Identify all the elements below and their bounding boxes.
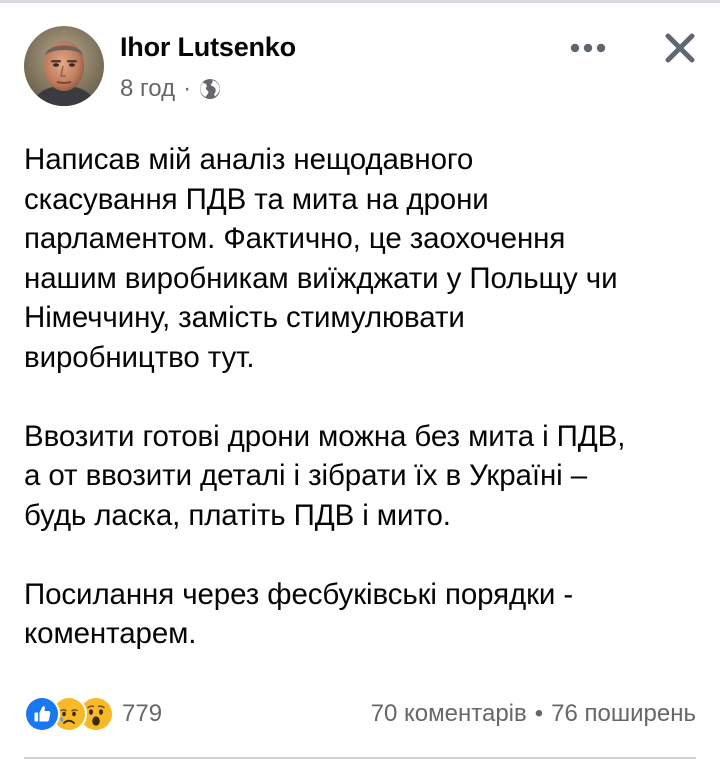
post-text-line: Німеччину, замість стимулювати: [24, 301, 465, 334]
post-paragraph: Ввозити готові дрони можна без мита і ПД…: [24, 417, 704, 536]
comments-count-link[interactable]: 70 коментарів: [371, 700, 527, 728]
footer-divider: [24, 757, 696, 759]
avatar-photo: [24, 26, 104, 106]
post-text-line: Посилання через фесбуківські порядки -: [24, 577, 574, 611]
post-text-line: Ввозити готові дрони можна без мита і ПД…: [24, 419, 626, 453]
post-footer: 779 70 коментарів • 76 поширень: [24, 694, 696, 734]
post-meta: 8 год ·: [120, 74, 222, 104]
stats-separator: •: [534, 700, 544, 727]
shares-count-link[interactable]: 76 поширень: [551, 700, 696, 728]
post-paragraph: Посилання через фесбуківські порядки - к…: [24, 575, 704, 654]
avatar[interactable]: [24, 26, 104, 106]
post-header: Ihor Lutsenko 8 год ·: [24, 26, 696, 110]
post-paragraph: Написав мій аналіз нещодавного скасуванн…: [24, 140, 704, 377]
post-text-line: будь ласка, платіть ПДВ і мито.: [24, 498, 451, 532]
post-text-line: скасування ПДВ та мита на дрони: [24, 182, 489, 216]
close-button[interactable]: [658, 26, 702, 70]
more-horizontal-icon: [570, 43, 606, 53]
more-options-button[interactable]: [566, 30, 610, 66]
close-icon: [665, 33, 695, 63]
reaction-count: 779: [122, 700, 163, 727]
reactions-summary[interactable]: 779: [24, 694, 162, 734]
author-name[interactable]: Ihor Lutsenko: [120, 32, 296, 63]
globe-icon: [198, 77, 222, 101]
top-divider: [0, 0, 720, 3]
like-icon: [24, 696, 60, 732]
meta-separator: ·: [183, 75, 192, 102]
post-text-line: нашим виробникам виїжджати у Польщу чи: [24, 261, 618, 295]
post-text-line: а от ввозити деталі і зібрати їх в Украї…: [24, 459, 588, 492]
post-body: Написав мій аналіз нещодавного скасуванн…: [24, 140, 704, 654]
post-text-line: Написав мій аналіз нещодавного: [24, 143, 474, 176]
post-time[interactable]: 8 год: [120, 75, 175, 103]
post-text-line: коментарем.: [24, 617, 197, 650]
post-text-line: виробництво тут.: [24, 340, 255, 374]
post-stats: 70 коментарів • 76 поширень: [371, 694, 696, 734]
post-text-line: парламентом. Фактично, це заохочення: [24, 222, 566, 255]
